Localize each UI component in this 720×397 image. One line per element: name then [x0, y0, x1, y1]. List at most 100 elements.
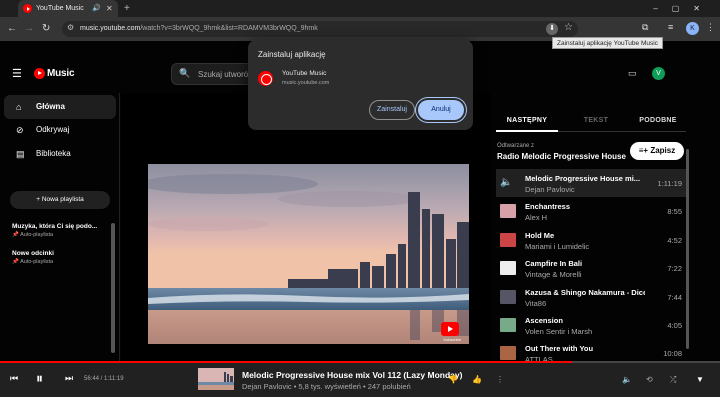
queue-item-thumbnail — [500, 204, 516, 219]
queue-item-title: Ascension — [525, 315, 563, 325]
playlist-item[interactable]: Nowe odcinki 📌 Auto-playlista — [12, 250, 108, 265]
sidebar-item-explore[interactable]: ⊘ Odkrywaj — [4, 118, 116, 142]
cast-icon[interactable]: ▭ — [628, 68, 637, 79]
playlist-item[interactable]: Muzyka, która Ci się podo... 📌 Auto-play… — [12, 223, 108, 238]
new-tab-icon[interactable]: + — [124, 0, 130, 17]
dialog-title: Zainstaluj aplikację — [258, 50, 326, 59]
sidebar-item-label: Biblioteka — [36, 149, 71, 158]
active-tab-indicator — [496, 130, 558, 132]
tab-next[interactable]: NASTĘPNY — [497, 117, 557, 124]
plus-icon: + — [36, 196, 41, 203]
dialog-app-name: YouTube Music — [282, 70, 327, 77]
tab-related[interactable]: PODOBNE — [628, 117, 688, 124]
now-playing-speaker-icon: 🔈 — [500, 177, 513, 188]
install-button[interactable]: Zainstaluj — [369, 100, 415, 120]
tab-lyrics[interactable]: TEKST — [566, 117, 626, 124]
queue-item-artist[interactable]: Vita86 — [525, 299, 645, 308]
browser-tab[interactable]: YouTube Music 🔊 ✕ — [18, 0, 118, 17]
pause-icon[interactable]: ⏸ — [36, 370, 43, 387]
queue-item[interactable]: Hold Me Mariami i Lumidelic 4:52 — [496, 226, 686, 254]
queue-item[interactable]: Ascension Volen Sentir i Marsh 4:05 — [496, 311, 686, 339]
next-track-icon[interactable]: ⏭ — [65, 373, 73, 384]
menu-kebab-icon[interactable]: ⋮ — [706, 22, 715, 33]
queue-list: 🔈 Melodic Progressive House mi... Dejan … — [496, 169, 686, 368]
sidebar-scrollbar[interactable] — [111, 223, 115, 353]
queue-item[interactable]: Enchantress Alex H 8:55 — [496, 197, 686, 225]
progress-bar[interactable] — [0, 361, 720, 363]
video-player[interactable]: Subscribe — [148, 164, 469, 344]
queue-item-thumbnail — [500, 346, 516, 361]
playing-from-label: Odtwarzane z — [497, 143, 535, 149]
playlist-title: Nowe odcinki — [12, 250, 54, 257]
expand-player-icon[interactable]: ▼ — [696, 375, 704, 384]
sidebar-item-home[interactable]: ⌂ Główna — [4, 95, 116, 119]
forward-icon[interactable]: → — [24, 22, 34, 36]
save-button[interactable]: ≡+ Zapisz — [630, 142, 684, 160]
dislike-icon[interactable]: 👎 — [448, 375, 458, 384]
media-control-icon[interactable]: ≡ — [668, 22, 673, 32]
reload-icon[interactable]: ↻ — [42, 22, 50, 36]
current-track-title[interactable]: Melodic Progressive House mix Vol 112 (L… — [242, 370, 462, 380]
queue-item[interactable]: 🔈 Melodic Progressive House mi... Dejan … — [496, 169, 686, 198]
install-tooltip: Zainstaluj aplikację YouTube Music — [552, 37, 663, 49]
profile-avatar[interactable]: K — [686, 22, 699, 35]
home-icon: ⌂ — [16, 102, 22, 112]
queue-item-title: Enchantress — [525, 202, 571, 212]
add-to-playlist-icon: ≡+ — [638, 146, 649, 155]
cancel-button[interactable]: Anuluj — [418, 100, 464, 120]
queue-item-artist[interactable]: Dejan Pavlovic — [525, 185, 645, 194]
current-track-subtitle[interactable]: Dejan Pavlovic • 5,8 tys. wyświetleń • 2… — [242, 382, 411, 391]
watermark-text: Subscribe — [443, 337, 461, 342]
queue-item-artist[interactable]: Alex H — [525, 213, 645, 222]
queue-item-thumbnail — [500, 289, 516, 304]
speaker-icon[interactable]: 🔊 — [92, 0, 101, 17]
queue-item-title: Hold Me — [525, 230, 555, 240]
sidebar-item-library[interactable]: ▤ Biblioteka — [4, 142, 116, 166]
queue-item-title: Melodic Progressive House mi... — [525, 174, 641, 183]
previous-track-icon[interactable]: ⏮ — [10, 373, 18, 384]
queue-item-title: Out There with You — [525, 344, 594, 354]
more-options-icon[interactable]: ⋮ — [496, 375, 504, 384]
volume-icon[interactable]: 🔈 — [622, 375, 632, 384]
queue-item-thumbnail — [500, 261, 516, 276]
queue-item-artist[interactable]: Mariami i Lumidelic — [525, 242, 645, 251]
url-text[interactable]: music.youtube.com/watch?v=3brWQQ_9hmk&li… — [80, 21, 318, 37]
repeat-icon[interactable]: ⟲ — [646, 375, 653, 384]
radio-name: Radio Melodic Progressive House m... — [497, 152, 627, 161]
current-thumb-image — [198, 368, 234, 390]
bookmark-star-icon[interactable]: ☆ — [564, 22, 573, 33]
queue-item-duration: 10:08 — [663, 349, 682, 359]
search-icon[interactable]: 🔍 — [179, 68, 190, 79]
youtube-watermark-icon[interactable] — [441, 322, 459, 336]
sidebar-item-label: Główna — [36, 102, 65, 111]
queue-scrollbar[interactable] — [686, 149, 689, 349]
site-info-icon[interactable]: ⚙ — [67, 23, 74, 32]
library-icon: ▤ — [16, 149, 25, 159]
hamburger-menu-icon[interactable]: ☰ — [12, 67, 22, 80]
extensions-icon[interactable]: ⧉ — [642, 22, 648, 33]
video-frame-image — [148, 164, 469, 344]
queue-item[interactable]: Kazusa & Shingo Nakamura - Dice Vita86 7… — [496, 283, 686, 311]
queue-item-artist[interactable]: Volen Sentir i Marsh — [525, 327, 645, 336]
queue-item-duration: 8:55 — [667, 207, 682, 217]
youtube-music-favicon — [23, 4, 32, 13]
new-playlist-button[interactable]: + Nowa playlista — [10, 191, 110, 209]
logo-text[interactable]: Music — [47, 68, 75, 79]
shuffle-icon[interactable]: ⤮ — [670, 375, 676, 385]
window-controls[interactable]: –▢✕ — [653, 0, 714, 17]
install-app-icon[interactable]: ⬇ — [546, 23, 558, 35]
queue-item-duration: 7:22 — [667, 264, 682, 274]
queue-item[interactable]: Campfire In Bali Vintage & Morelli 7:22 — [496, 254, 686, 282]
pin-icon: 📌 — [12, 259, 19, 265]
user-avatar[interactable]: V — [652, 67, 665, 80]
compass-icon: ⊘ — [16, 125, 24, 135]
close-tab-icon[interactable]: ✕ — [106, 0, 113, 17]
address-bar[interactable]: ⚙ music.youtube.com/watch?v=3brWQQ_9hmk&… — [62, 21, 578, 37]
current-track-thumbnail[interactable] — [198, 368, 234, 390]
like-icon[interactable]: 👍 — [472, 375, 482, 384]
progress-fill — [0, 361, 573, 363]
browser-tab-strip: YouTube Music 🔊 ✕ + –▢✕ — [0, 0, 720, 17]
queue-item-artist[interactable]: Vintage & Morelli — [525, 270, 645, 279]
back-icon[interactable]: ← — [7, 22, 17, 36]
ytmusic-logo-icon[interactable] — [34, 68, 45, 79]
